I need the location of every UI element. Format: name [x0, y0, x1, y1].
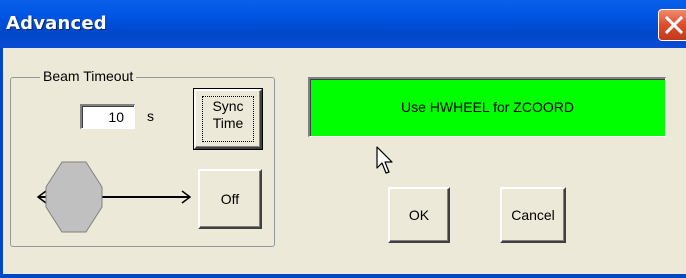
ok-button[interactable]: OK	[388, 187, 450, 243]
status-message: Use HWHEEL for ZCOORD	[308, 77, 666, 137]
window-border-bottom	[0, 274, 686, 278]
timeout-value-input[interactable]	[80, 104, 135, 129]
timeout-unit-label: s	[147, 108, 154, 124]
focus-rectangle	[202, 96, 254, 142]
window-title: Advanced	[6, 13, 107, 34]
beam-timeout-label: Beam Timeout	[40, 68, 137, 84]
slider-thumb-icon[interactable]	[45, 161, 103, 233]
off-button[interactable]: Off	[198, 169, 262, 229]
close-button[interactable]	[658, 9, 686, 41]
title-bar[interactable]: Advanced	[0, 0, 686, 48]
window-border-left	[0, 48, 3, 278]
cancel-button[interactable]: Cancel	[500, 187, 566, 243]
beam-slider[interactable]	[34, 160, 194, 234]
advanced-dialog: Advanced Beam Timeout s Sync Time Off Us…	[0, 0, 686, 278]
close-icon	[665, 16, 683, 34]
sync-time-button[interactable]: Sync Time	[193, 88, 263, 150]
mouse-cursor-icon	[376, 146, 393, 174]
